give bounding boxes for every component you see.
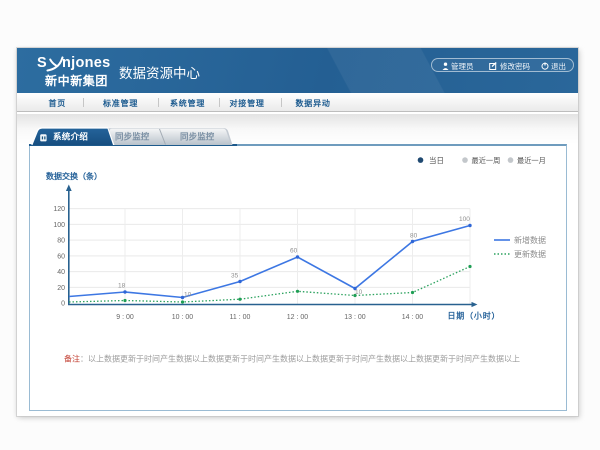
svg-text:备注：以上数据更新于时间产生数据以上数据更新于时间产生数据以: 备注：以上数据更新于时间产生数据以上数据更新于时间产生数据以上数据更新于时间产生… bbox=[64, 353, 520, 363]
svg-text:80: 80 bbox=[410, 232, 418, 239]
svg-text:100: 100 bbox=[459, 216, 470, 223]
svg-text:新增数据: 新增数据 bbox=[514, 235, 546, 245]
svg-text:更新数据: 更新数据 bbox=[514, 249, 546, 259]
svg-text:数据交换（条）: 数据交换（条） bbox=[46, 171, 102, 181]
svg-text:120: 120 bbox=[53, 206, 65, 213]
svg-text:10: 10 bbox=[184, 291, 192, 298]
svg-text:最近一月: 最近一月 bbox=[517, 156, 546, 165]
svg-text:40: 40 bbox=[57, 269, 65, 276]
svg-text:9 : 00: 9 : 00 bbox=[116, 314, 134, 321]
svg-text:13 : 00: 13 : 00 bbox=[344, 314, 366, 321]
svg-text:11 : 00: 11 : 00 bbox=[230, 314, 251, 321]
svg-text:60: 60 bbox=[290, 247, 298, 254]
svg-text:日期（小时）: 日期（小时） bbox=[448, 310, 501, 320]
svg-text:14 : 00: 14 : 00 bbox=[402, 314, 424, 321]
svg-text:80: 80 bbox=[57, 237, 65, 244]
svg-text:100: 100 bbox=[53, 221, 65, 228]
svg-text:当日: 当日 bbox=[429, 155, 444, 165]
svg-text:10: 10 bbox=[355, 289, 363, 296]
svg-text:同步监控: 同步监控 bbox=[180, 132, 215, 142]
svg-text:20: 20 bbox=[57, 284, 65, 291]
svg-text:0: 0 bbox=[61, 300, 65, 307]
svg-text:18: 18 bbox=[118, 282, 126, 289]
svg-text:最近一周: 最近一周 bbox=[472, 156, 501, 165]
svg-text:60: 60 bbox=[57, 253, 65, 260]
svg-text:35: 35 bbox=[231, 272, 239, 279]
svg-text:12 : 00: 12 : 00 bbox=[287, 314, 309, 321]
svg-text:10 : 00: 10 : 00 bbox=[172, 314, 194, 321]
svg-text:系统介绍: 系统介绍 bbox=[53, 132, 88, 142]
svg-text:同步监控: 同步监控 bbox=[115, 132, 150, 142]
